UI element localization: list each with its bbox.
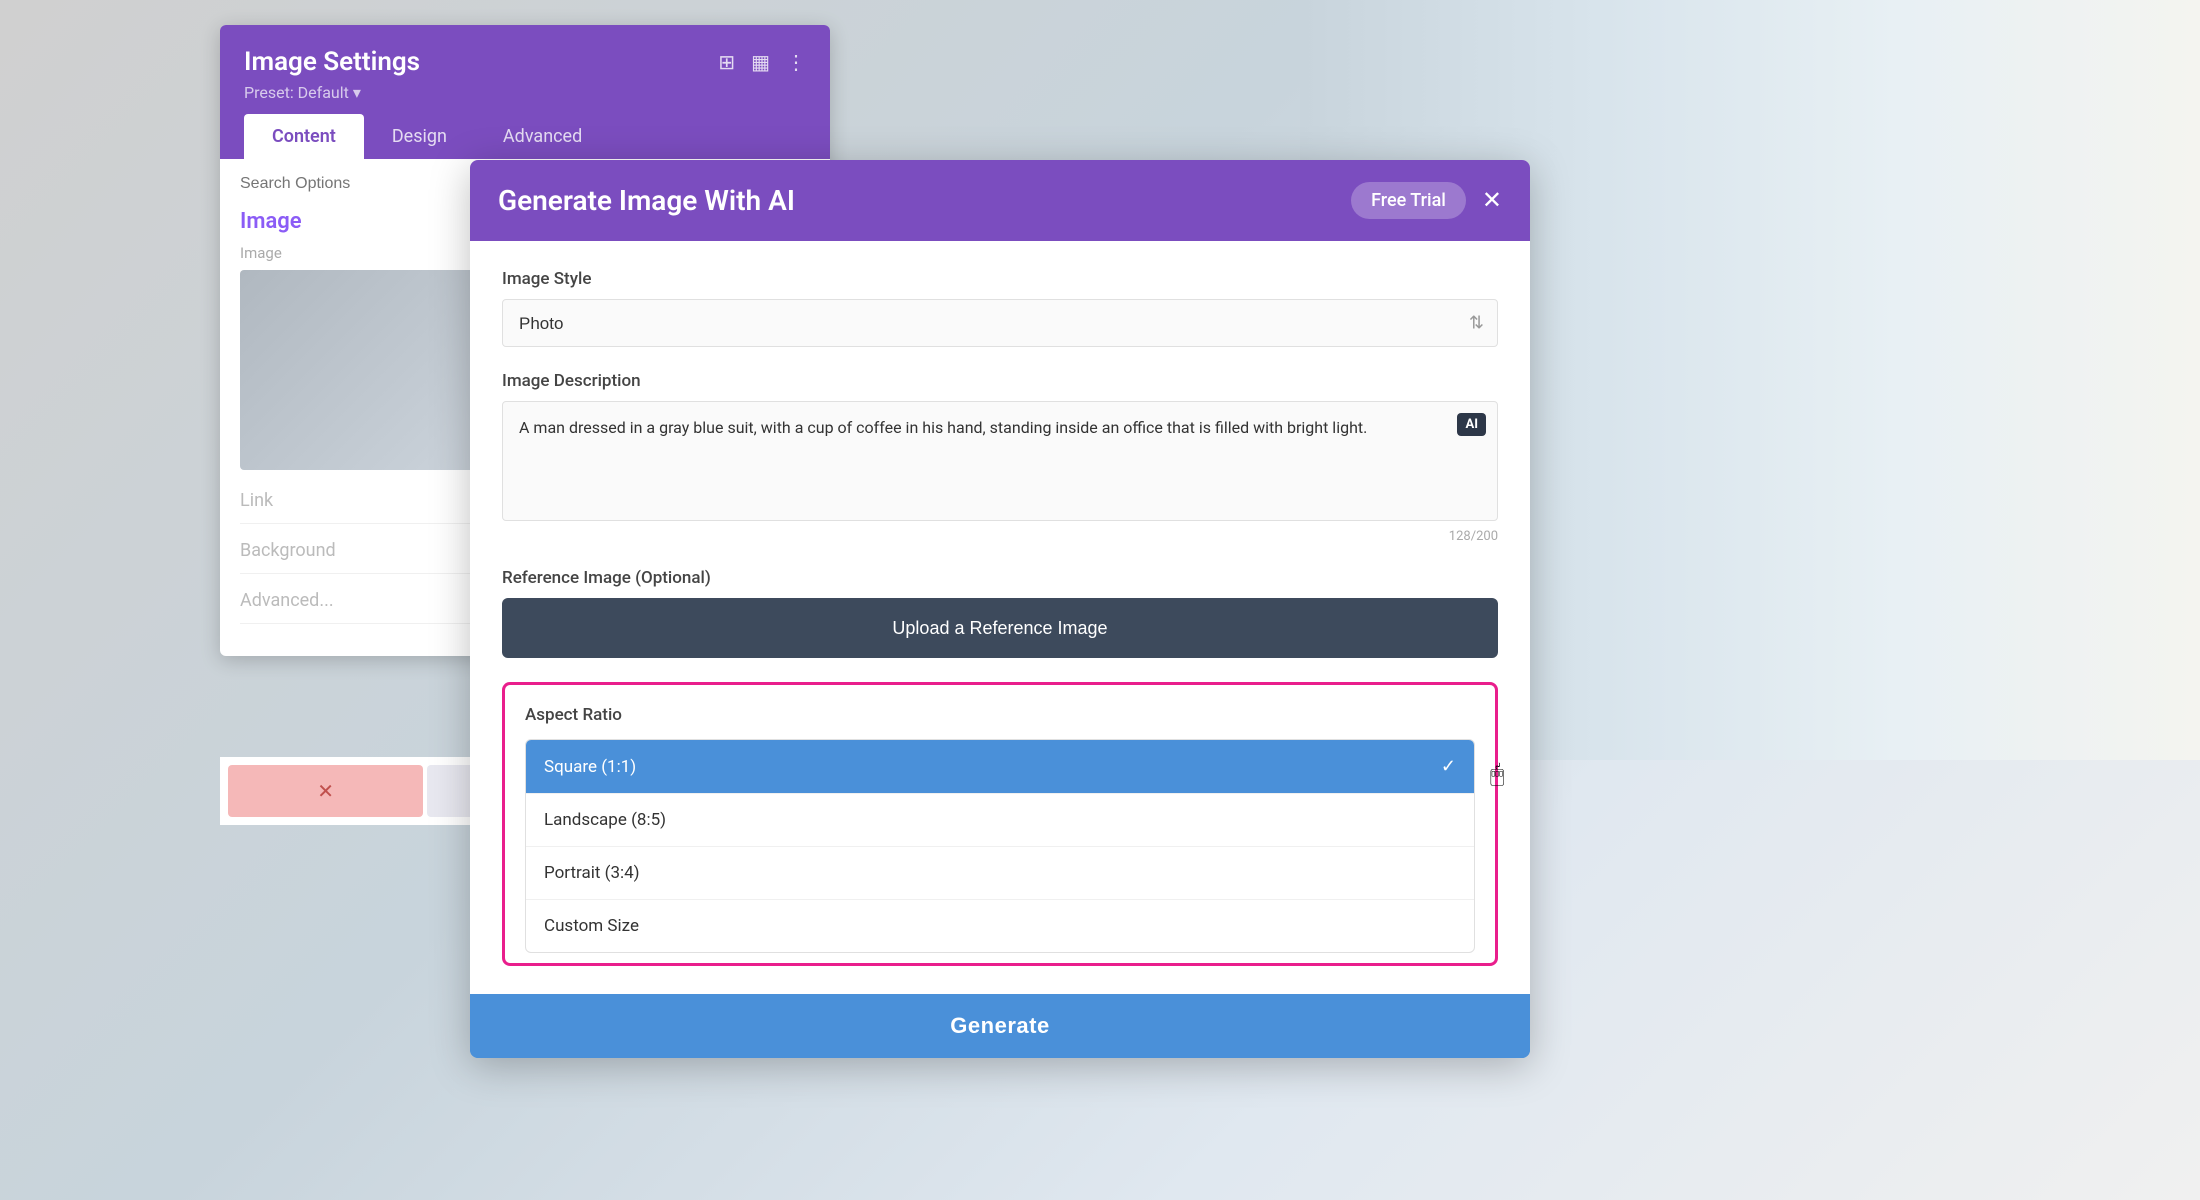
- aspect-ratio-label: Aspect Ratio: [525, 705, 1475, 725]
- columns-icon[interactable]: ▦: [751, 50, 770, 74]
- image-style-select[interactable]: Photo Illustration Painting Sketch 3D Re…: [502, 299, 1498, 347]
- aspect-ratio-dropdown: Square (1:1) ✓ Landscape (8:5) Portrait …: [525, 739, 1475, 953]
- tab-advanced[interactable]: Advanced: [475, 114, 610, 159]
- upload-reference-button[interactable]: Upload a Reference Image: [502, 598, 1498, 658]
- option-label-landscape: Landscape (8:5): [544, 810, 666, 830]
- tab-design[interactable]: Design: [364, 114, 475, 159]
- settings-panel-header: Image Settings ⊞ ▦ ⋮ Preset: Default ▾ C…: [220, 25, 830, 159]
- settings-panel-title: Image Settings: [244, 47, 420, 77]
- generate-button[interactable]: Generate: [470, 994, 1530, 1058]
- image-description-textarea[interactable]: A man dressed in a gray blue suit, with …: [502, 401, 1498, 521]
- char-count: 128/200: [502, 529, 1498, 544]
- option-label-custom: Custom Size: [544, 916, 639, 936]
- option-label-square: Square (1:1): [544, 757, 636, 777]
- tab-content[interactable]: Content: [244, 114, 364, 159]
- cancel-button[interactable]: ✕: [228, 765, 423, 817]
- settings-panel-icons: ⊞ ▦ ⋮: [718, 50, 806, 74]
- modal-header-right: Free Trial ✕: [1351, 182, 1502, 219]
- modal-header: Generate Image With AI Free Trial ✕: [470, 160, 1530, 241]
- more-icon[interactable]: ⋮: [786, 50, 806, 74]
- settings-preset[interactable]: Preset: Default ▾: [244, 83, 806, 102]
- reference-image-label: Reference Image (Optional): [502, 568, 1498, 588]
- reference-image-group: Reference Image (Optional) Upload a Refe…: [502, 568, 1498, 658]
- image-style-group: Image Style Photo Illustration Painting …: [502, 269, 1498, 347]
- generate-image-modal: Generate Image With AI Free Trial ✕ Imag…: [470, 160, 1530, 1058]
- modal-footer: Generate: [470, 994, 1530, 1058]
- ai-badge: AI: [1457, 413, 1486, 436]
- modal-body: Image Style Photo Illustration Painting …: [470, 241, 1530, 994]
- free-trial-badge[interactable]: Free Trial: [1351, 182, 1466, 219]
- aspect-ratio-section: Aspect Ratio Square (1:1) ✓ Landscape (8…: [502, 682, 1498, 966]
- fullscreen-icon[interactable]: ⊞: [718, 50, 735, 74]
- settings-title-row: Image Settings ⊞ ▦ ⋮: [244, 47, 806, 77]
- aspect-ratio-option-landscape[interactable]: Landscape (8:5): [526, 794, 1474, 847]
- image-description-label: Image Description: [502, 371, 1498, 391]
- description-wrapper: A man dressed in a gray blue suit, with …: [502, 401, 1498, 525]
- aspect-ratio-option-portrait[interactable]: Portrait (3:4): [526, 847, 1474, 900]
- aspect-ratio-option-square[interactable]: Square (1:1) ✓: [526, 740, 1474, 794]
- settings-tabs: Content Design Advanced: [244, 114, 806, 159]
- modal-close-button[interactable]: ✕: [1482, 189, 1502, 213]
- option-label-portrait: Portrait (3:4): [544, 863, 640, 883]
- image-style-label: Image Style: [502, 269, 1498, 289]
- aspect-ratio-option-custom[interactable]: Custom Size: [526, 900, 1474, 952]
- image-style-select-wrapper: Photo Illustration Painting Sketch 3D Re…: [502, 299, 1498, 347]
- modal-title: Generate Image With AI: [498, 184, 795, 217]
- check-icon-square: ✓: [1441, 756, 1456, 777]
- image-description-group: Image Description A man dressed in a gra…: [502, 371, 1498, 544]
